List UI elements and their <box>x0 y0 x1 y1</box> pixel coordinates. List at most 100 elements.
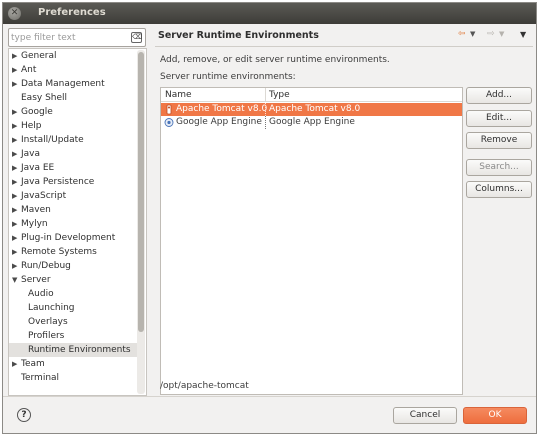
expand-icon[interactable]: ▶ <box>12 77 17 91</box>
tree-item-terminal[interactable]: Terminal <box>9 371 137 385</box>
preference-tree: ▶ General ▶ Ant ▶ Data Management Easy Shel… <box>8 48 147 396</box>
tree-item-easy-shell[interactable]: Easy Shell <box>9 91 137 105</box>
tree-item-label: Maven <box>21 205 51 215</box>
forward-dropdown-icon[interactable]: ▼ <box>499 30 504 38</box>
expand-icon[interactable]: ▶ <box>12 49 17 63</box>
expand-icon[interactable]: ▶ <box>12 161 17 175</box>
tree-item-maven[interactable]: ▶ Maven <box>9 203 137 217</box>
tree-item-help[interactable]: ▶ Help <box>9 119 137 133</box>
table-header: Name Type <box>161 88 462 102</box>
tree-item-label: Launching <box>28 303 75 313</box>
expand-icon[interactable]: ▶ <box>12 175 17 189</box>
tree-item-label: Help <box>21 121 42 131</box>
view-menu-icon[interactable]: ▼ <box>520 30 526 39</box>
clear-filter-icon[interactable]: ⌫ <box>131 32 142 43</box>
back-arrow-icon[interactable]: ⇦ <box>458 29 466 39</box>
google-app-engine-icon <box>164 118 174 127</box>
tree-item-label: Java <box>21 149 41 159</box>
runtime-environments-table: Name Type Apache Tomcat v8.0 Apache Tomc… <box>160 87 463 395</box>
expand-icon[interactable]: ▶ <box>12 133 17 147</box>
tree-item-label: Install/Update <box>21 135 84 145</box>
tree-item-mylyn[interactable]: ▶ Mylyn <box>9 217 137 231</box>
runtime-type: Google App Engine <box>269 117 355 127</box>
expand-icon[interactable]: ▶ <box>12 231 17 245</box>
expand-icon[interactable]: ▶ <box>12 147 17 161</box>
tree-item-google[interactable]: ▶ Google <box>9 105 137 119</box>
tomcat-icon <box>166 104 172 115</box>
tree-scrollbar-thumb[interactable] <box>138 52 144 332</box>
cancel-button[interactable]: Cancel <box>393 407 457 424</box>
tree-item-label: Java EE <box>21 163 55 173</box>
forward-arrow-icon[interactable]: ⇨ <box>487 29 495 39</box>
help-icon[interactable]: ? <box>17 408 31 422</box>
columns-button[interactable]: Columns... <box>466 181 532 198</box>
tree-item-overlays[interactable]: Overlays <box>9 315 137 329</box>
expand-icon[interactable]: ▶ <box>12 63 17 77</box>
header-divider <box>155 46 533 47</box>
edit-button[interactable]: Edit... <box>466 110 532 127</box>
tree-item-java[interactable]: ▶ Java <box>9 147 137 161</box>
tree-item-label: Data Management <box>21 79 105 89</box>
tree-item-plug-in-development[interactable]: ▶ Plug-in Development <box>9 231 137 245</box>
tree-item-label: Terminal <box>21 373 60 383</box>
tree-item-label: Google <box>21 107 53 117</box>
tree-item-label: Mylyn <box>21 219 48 229</box>
tree-item-java-ee[interactable]: ▶ Java EE <box>9 161 137 175</box>
tree-scrollbar[interactable] <box>137 50 145 394</box>
remove-button[interactable]: Remove <box>466 132 532 149</box>
tree-item-audio[interactable]: Audio <box>9 287 137 301</box>
tree-item-label: Server <box>21 275 51 285</box>
dialog-footer: ? Cancel OK <box>3 396 536 433</box>
tree-item-label: JavaScript <box>21 191 67 201</box>
tree-item-label: Team <box>21 359 45 369</box>
column-divider <box>265 116 266 129</box>
back-dropdown-icon[interactable]: ▼ <box>470 30 475 38</box>
tree-item-label: Plug-in Development <box>21 233 116 243</box>
filter-input[interactable] <box>11 31 129 44</box>
expand-icon[interactable]: ▶ <box>12 119 17 133</box>
runtime-name: Apache Tomcat v8.0 <box>176 104 268 114</box>
tree-item-label: Overlays <box>28 317 68 327</box>
expand-icon[interactable]: ▶ <box>12 259 17 273</box>
tree-item-launching[interactable]: Launching <box>9 301 137 315</box>
column-header-name[interactable]: Name <box>165 88 192 102</box>
page-title: Server Runtime Environments <box>158 30 319 41</box>
collapse-icon[interactable]: ▼ <box>12 273 17 287</box>
window-title: Preferences <box>38 7 106 18</box>
expand-icon[interactable]: ▶ <box>12 203 17 217</box>
tree-item-install-update[interactable]: ▶ Install/Update <box>9 133 137 147</box>
tree-item-team[interactable]: ▶ Team <box>9 357 137 371</box>
expand-icon[interactable]: ▶ <box>12 105 17 119</box>
tree-item-runtime-environments[interactable]: Runtime Environments <box>9 343 137 357</box>
expand-icon[interactable]: ▶ <box>12 217 17 231</box>
tree-item-label: Ant <box>21 65 37 75</box>
search-button[interactable]: Search... <box>466 159 532 176</box>
tree-item-label: Easy Shell <box>21 93 68 103</box>
table-row[interactable]: Google App Engine Google App Engine <box>161 116 462 129</box>
tree-item-data-management[interactable]: ▶ Data Management <box>9 77 137 91</box>
ok-button[interactable]: OK <box>463 407 527 424</box>
runtime-name: Google App Engine <box>176 117 262 127</box>
column-header-type[interactable]: Type <box>269 88 290 102</box>
tree-item-server[interactable]: ▼ Server <box>9 273 137 287</box>
tree-item-remote-systems[interactable]: ▶ Remote Systems <box>9 245 137 259</box>
tree-item-label: Run/Debug <box>21 261 71 271</box>
tree-item-run-debug[interactable]: ▶ Run/Debug <box>9 259 137 273</box>
runtime-list-label: Server runtime environments: <box>160 72 296 82</box>
expand-icon[interactable]: ▶ <box>12 357 17 371</box>
tree-item-ant[interactable]: ▶ Ant <box>9 63 137 77</box>
tree-item-general[interactable]: ▶ General <box>9 49 137 63</box>
table-row[interactable]: Apache Tomcat v8.0 Apache Tomcat v8.0 <box>161 103 462 116</box>
tree-item-profilers[interactable]: Profilers <box>9 329 137 343</box>
runtime-location: /opt/apache-tomcat <box>160 381 249 391</box>
filter-box[interactable]: ⌫ <box>8 28 146 47</box>
expand-icon[interactable]: ▶ <box>12 245 17 259</box>
tree-item-javascript[interactable]: ▶ JavaScript <box>9 189 137 203</box>
add-button[interactable]: Add... <box>466 87 532 104</box>
tree-item-label: Audio <box>28 289 54 299</box>
close-button[interactable]: ✕ <box>8 7 21 20</box>
tree-item-java-persistence[interactable]: ▶ Java Persistence <box>9 175 137 189</box>
column-divider[interactable] <box>265 88 266 102</box>
tree-item-label: Profilers <box>28 331 65 341</box>
expand-icon[interactable]: ▶ <box>12 189 17 203</box>
